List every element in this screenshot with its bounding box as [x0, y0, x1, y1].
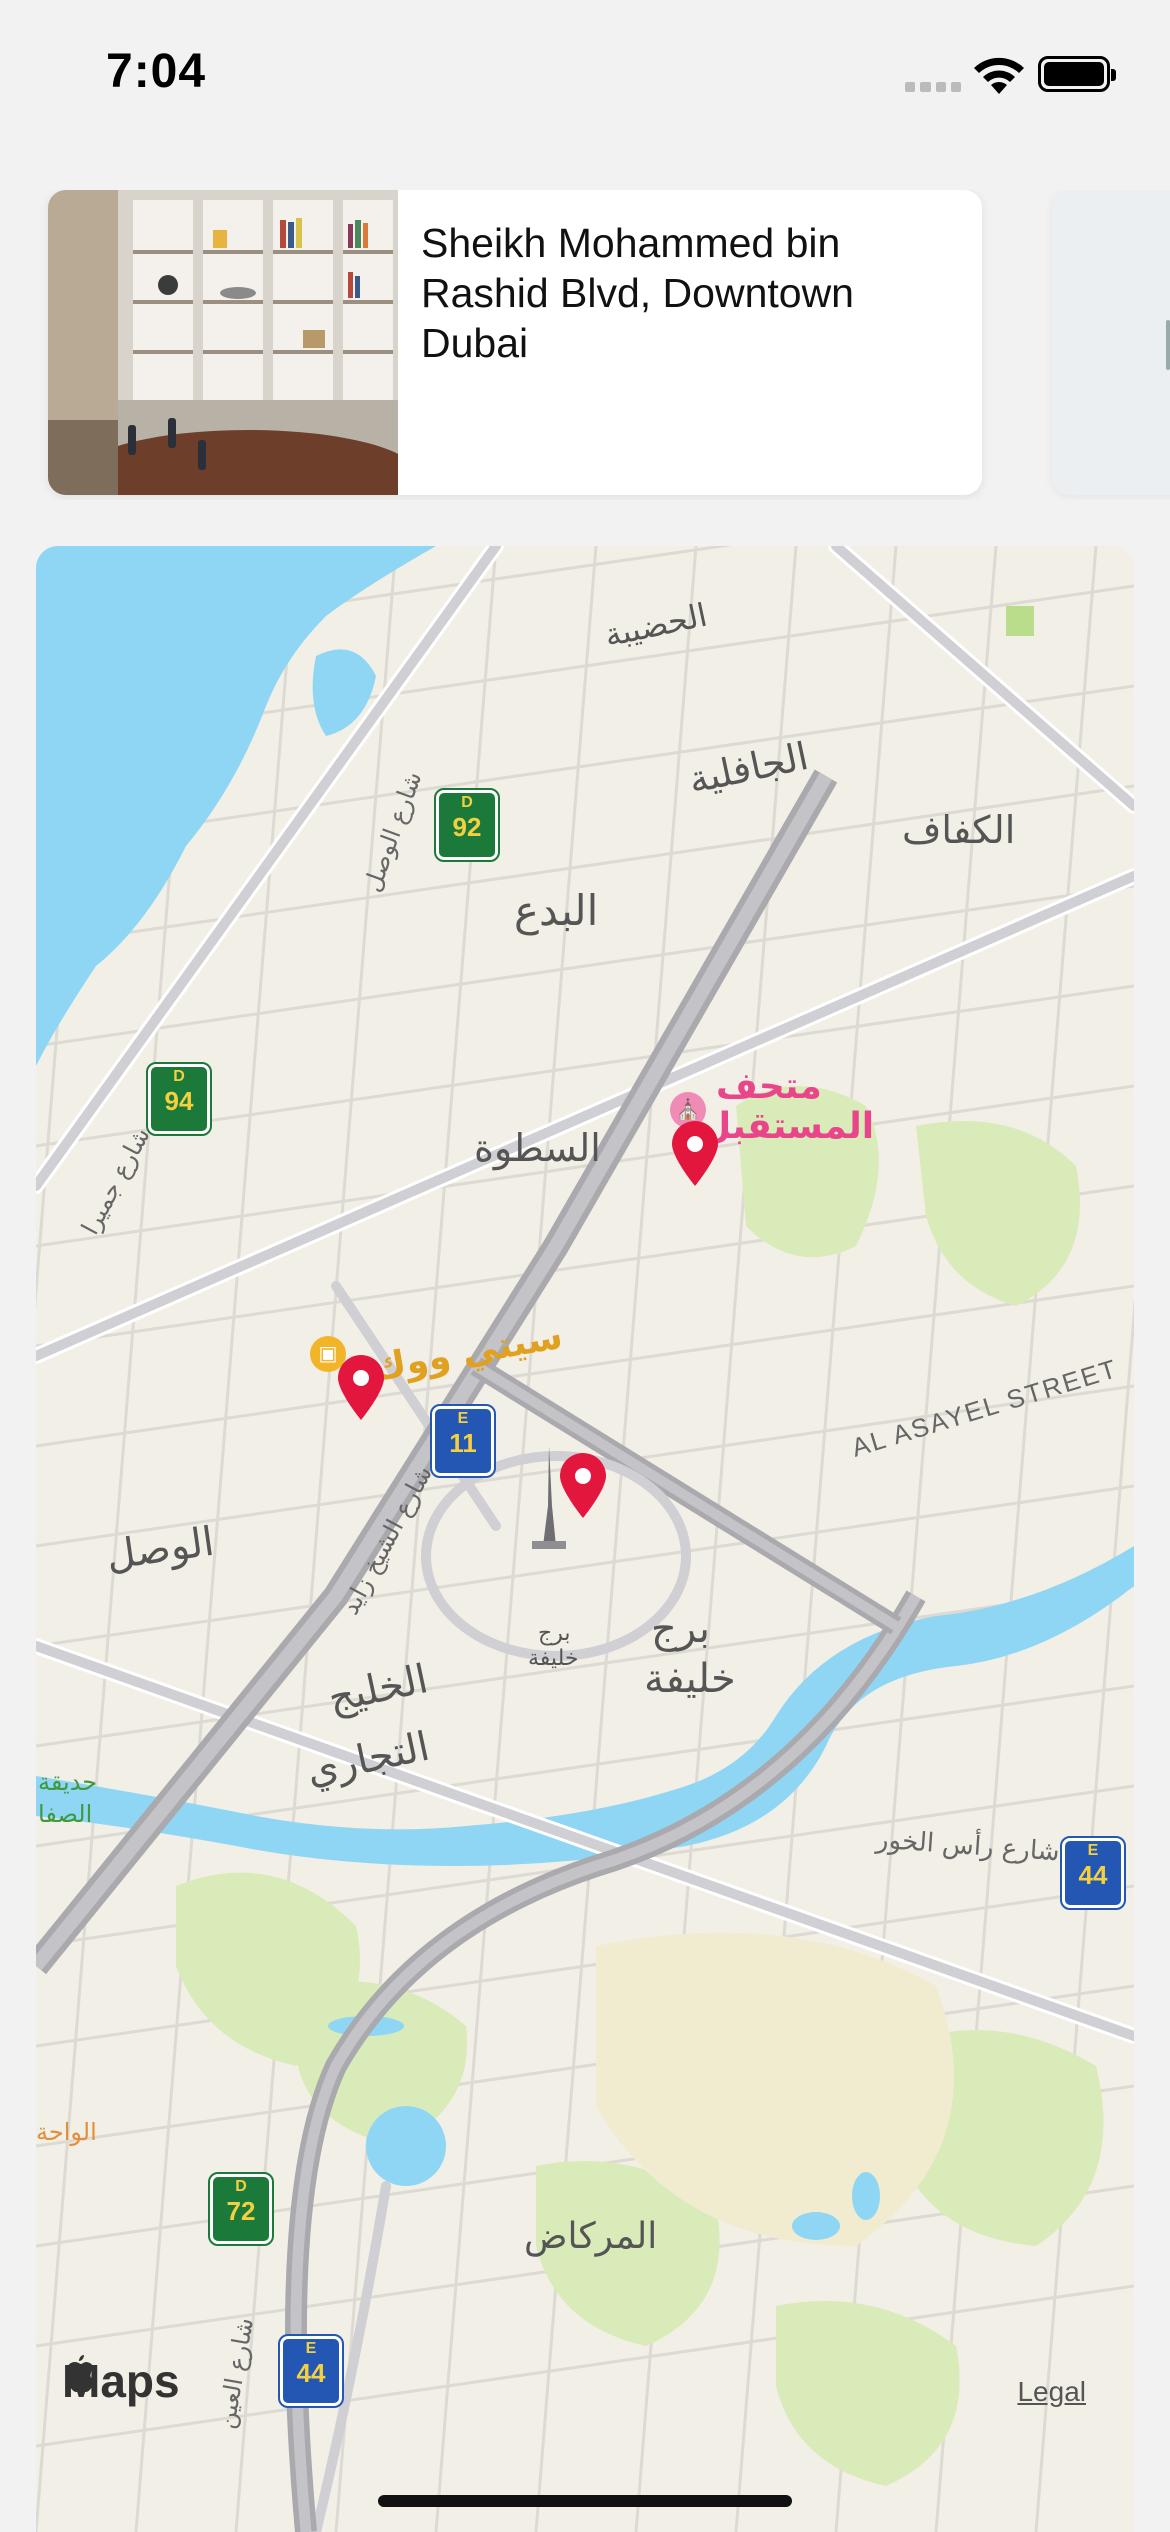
museum-of-the-future-pin[interactable]: [670, 1120, 720, 1188]
apple-maps-attribution: Maps: [62, 2354, 180, 2408]
office-bookshelf-photo: [48, 190, 398, 495]
map-label-al-waha: الواحة: [36, 2118, 97, 2146]
map-label-burj-icon-1: برج: [538, 1621, 571, 1646]
map-label-museum-1: متحف: [716, 1066, 822, 1107]
road-shield-d94: D 94: [146, 1062, 212, 1136]
map-label-al-safa-park-2: الصفا: [38, 1800, 93, 1828]
road-shield-e11: E 11: [430, 1404, 496, 1478]
map-label-burj-khalifa-2: خليفة: [644, 1656, 736, 1702]
map-label-museum-2: المستقبل: [700, 1106, 875, 1147]
road-shield-e44-right: E 44: [1060, 1836, 1126, 1910]
map-label-al-safa-park-1: حديقة: [38, 1768, 98, 1796]
map-label-al-bada: البدع: [514, 886, 599, 935]
map-label-al-kifaf: الكفاف: [902, 808, 1016, 852]
city-walk-pin[interactable]: [336, 1354, 386, 1422]
road-shield-e44-bottom: E 44: [278, 2334, 344, 2408]
road-shield-d72: D 72: [208, 2172, 274, 2246]
cellular-signal-icon: [905, 82, 961, 94]
status-bar: 7:04: [0, 0, 1170, 150]
map-label-burj-icon-2: خليفة: [528, 1646, 579, 1671]
map-view[interactable]: الحضيبة الجافلية الكفاف البدع السطوة الو…: [36, 546, 1134, 2532]
battery-icon: [1038, 56, 1116, 92]
next-location-card[interactable]: [1052, 190, 1170, 495]
wifi-icon: [974, 57, 1024, 94]
location-address: Sheikh Mohammed bin Rashid Blvd, Downtow…: [421, 220, 854, 366]
map-label-burj-khalifa-1: برج: [651, 1606, 711, 1652]
location-carousel[interactable]: Sheikh Mohammed bin Rashid Blvd, Downtow…: [0, 190, 1170, 500]
road-shield-d92: D 92: [434, 788, 500, 862]
home-indicator[interactable]: [378, 2495, 792, 2507]
apple-logo-icon: [66, 2355, 95, 2392]
map-label-al-satwa: السطوة: [474, 1126, 601, 1170]
map-label-al-markad: المركاض: [524, 2216, 658, 2257]
legal-link[interactable]: Legal: [1017, 2376, 1086, 2408]
status-time: 7:04: [106, 45, 207, 98]
location-card[interactable]: Sheikh Mohammed bin Rashid Blvd, Downtow…: [48, 190, 982, 495]
downtown-pin[interactable]: [558, 1452, 608, 1520]
